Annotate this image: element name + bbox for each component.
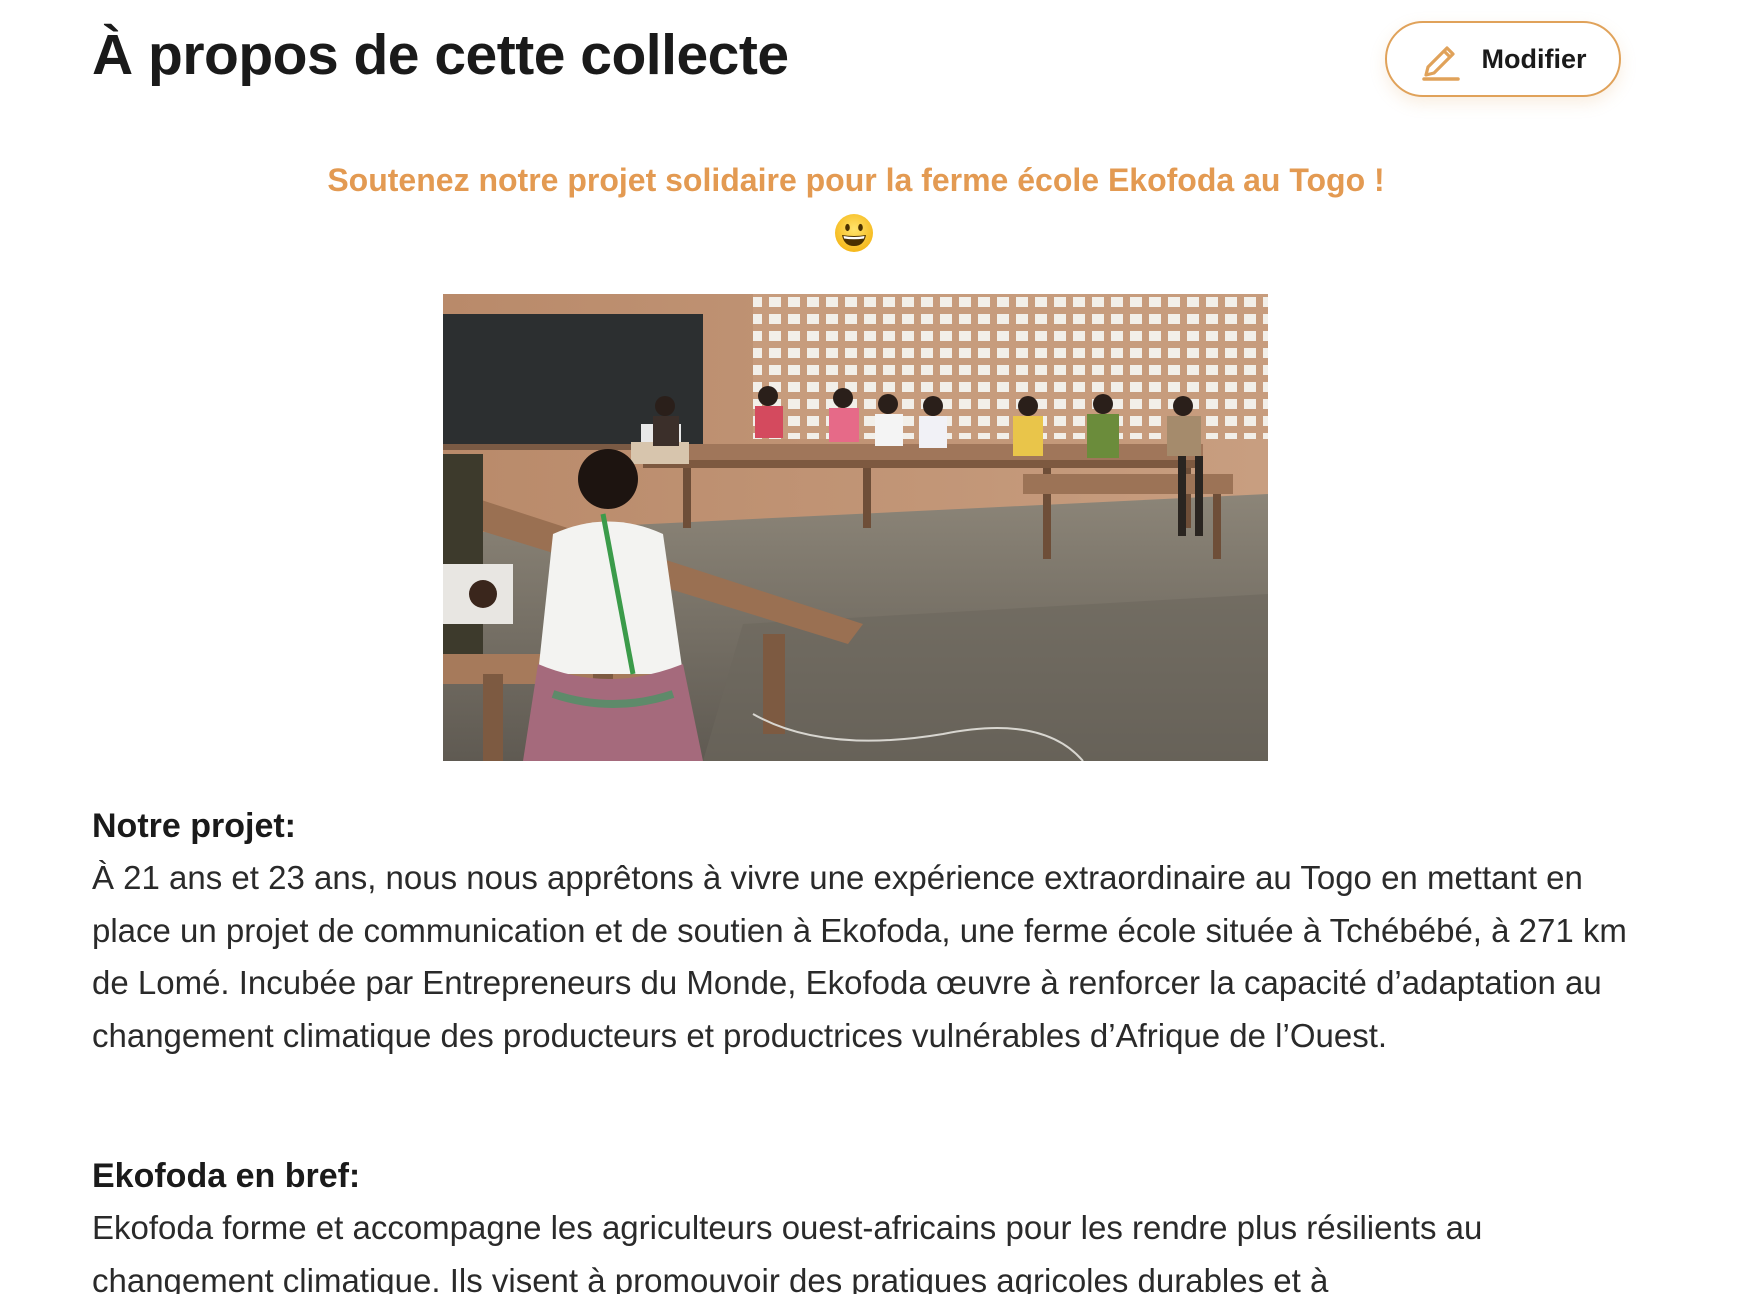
section-body: Ekofoda forme et accompagne les agricult… bbox=[92, 1209, 1483, 1294]
page-title: À propos de cette collecte bbox=[92, 23, 789, 87]
pencil-icon bbox=[1421, 46, 1460, 81]
section-heading: Notre projet: bbox=[92, 807, 296, 845]
edit-button[interactable]: Modifier bbox=[1385, 21, 1621, 97]
section-ekofoda-en-bref: Ekofoda en bref: Ekofoda forme et accomp… bbox=[92, 1150, 1632, 1294]
section-body: À 21 ans et 23 ans, nous nous apprêtons … bbox=[92, 859, 1627, 1054]
edit-button-label: Modifier bbox=[1481, 43, 1587, 74]
section-heading: Ekofoda en bref: bbox=[92, 1157, 361, 1195]
section-notre-projet: Notre projet: À 21 ans et 23 ans, nous n… bbox=[92, 800, 1632, 1062]
classroom-photo bbox=[443, 294, 1268, 761]
tagline: Soutenez notre projet solidaire pour la … bbox=[327, 162, 1385, 198]
grinning-face-emoji bbox=[835, 214, 873, 252]
